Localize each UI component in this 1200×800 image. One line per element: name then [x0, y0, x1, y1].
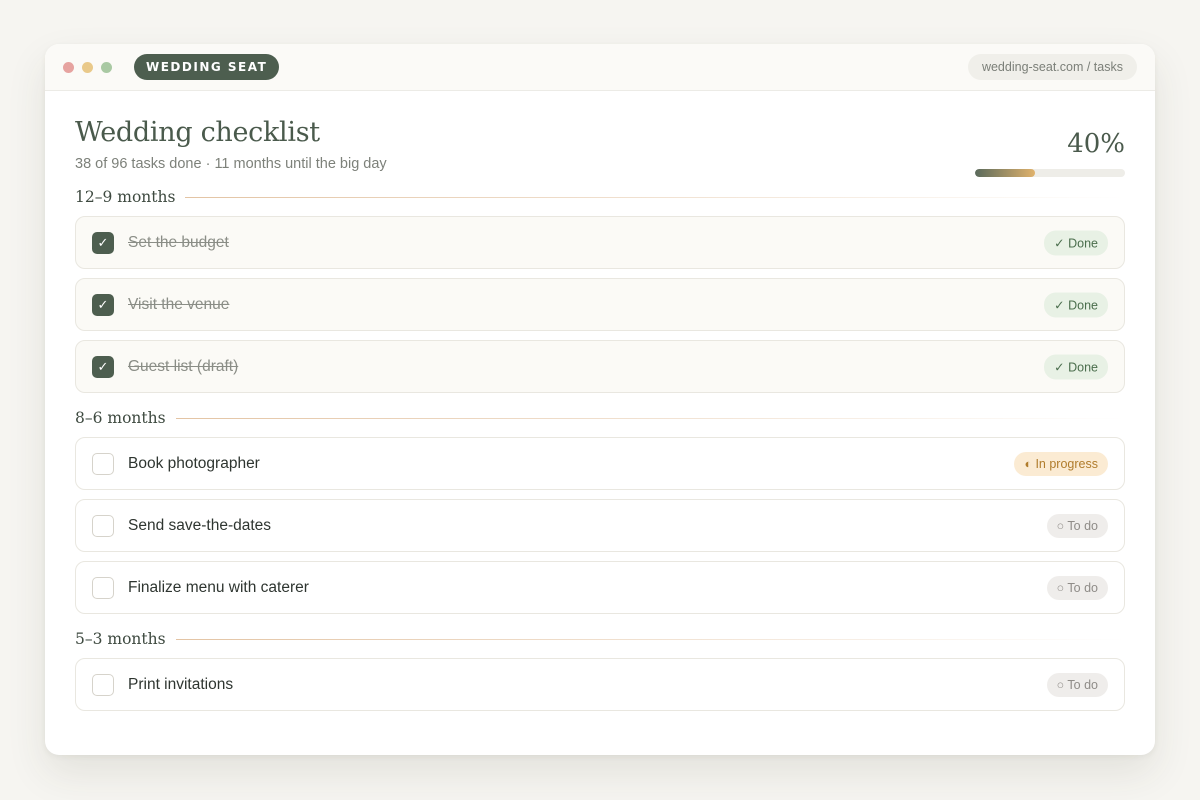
minimize-window-dot[interactable]: [82, 61, 93, 73]
task-row[interactable]: Print invitations ○ To do: [75, 658, 1125, 711]
maximize-window-dot[interactable]: [101, 61, 112, 73]
brand-logo[interactable]: WEDDING SEAT: [134, 54, 280, 80]
main-content: Wedding checklist 38 of 96 tasks done · …: [45, 91, 1155, 711]
progress-percent: 40%: [1067, 129, 1125, 159]
section-label: 5–3 months: [75, 630, 166, 648]
title-bar: WEDDING SEAT wedding-seat.com / tasks: [45, 44, 1155, 91]
task-label: Visit the venue: [128, 295, 230, 313]
task-label: Guest list (draft): [128, 357, 239, 375]
task-row[interactable]: Book photographer ◐ In progress: [75, 437, 1125, 490]
task-row[interactable]: ✓ Guest list (draft) ✓ Done: [75, 340, 1125, 393]
task-label: Send save-the-dates: [128, 516, 272, 534]
page-title: Wedding checklist: [75, 117, 320, 148]
status-badge[interactable]: ○ To do: [1046, 672, 1108, 697]
section-divider: [175, 417, 1125, 419]
task-checkbox[interactable]: [92, 452, 114, 475]
progress-bar: [975, 169, 1125, 177]
section-header-8-6-months: 8–6 months: [75, 409, 1125, 427]
task-row[interactable]: Send save-the-dates ○ To do: [75, 499, 1125, 552]
task-checkbox[interactable]: ✓: [92, 231, 114, 254]
task-checkbox[interactable]: [92, 576, 114, 599]
status-badge[interactable]: ○ To do: [1046, 575, 1108, 600]
progress-bar-fill: [975, 169, 1035, 177]
task-checkbox[interactable]: ✓: [92, 293, 114, 316]
overall-progress: 40%: [975, 129, 1125, 177]
task-label: Book photographer: [128, 454, 260, 472]
status-badge[interactable]: ✓ Done: [1044, 230, 1108, 255]
task-checkbox[interactable]: [92, 673, 114, 696]
status-badge[interactable]: ✓ Done: [1044, 354, 1108, 379]
section-label: 8–6 months: [75, 409, 166, 427]
task-checkbox[interactable]: ✓: [92, 355, 114, 378]
task-row[interactable]: Finalize menu with caterer ○ To do: [75, 561, 1125, 614]
page-subtitle: 38 of 96 tasks done · 11 months until th…: [75, 156, 387, 172]
app-window: WEDDING SEAT wedding-seat.com / tasks We…: [45, 44, 1155, 755]
status-badge[interactable]: ○ To do: [1046, 513, 1108, 538]
task-row[interactable]: ✓ Visit the venue ✓ Done: [75, 278, 1125, 331]
task-checkbox[interactable]: [92, 514, 114, 537]
close-window-dot[interactable]: [63, 61, 74, 73]
task-row[interactable]: ✓ Set the budget ✓ Done: [75, 216, 1125, 269]
task-label: Print invitations: [128, 675, 234, 693]
address-bar[interactable]: wedding-seat.com / tasks: [967, 54, 1137, 80]
section-label: 12–9 months: [75, 188, 176, 206]
status-badge[interactable]: ✓ Done: [1044, 292, 1108, 317]
section-header-5-3-months: 5–3 months: [75, 630, 1125, 648]
section-header-12-9-months: 12–9 months: [75, 188, 1125, 206]
task-label: Set the budget: [128, 233, 229, 251]
section-divider: [175, 638, 1125, 640]
section-divider: [185, 196, 1125, 198]
task-label: Finalize menu with caterer: [128, 578, 309, 596]
status-badge[interactable]: ◐ In progress: [1014, 451, 1108, 476]
